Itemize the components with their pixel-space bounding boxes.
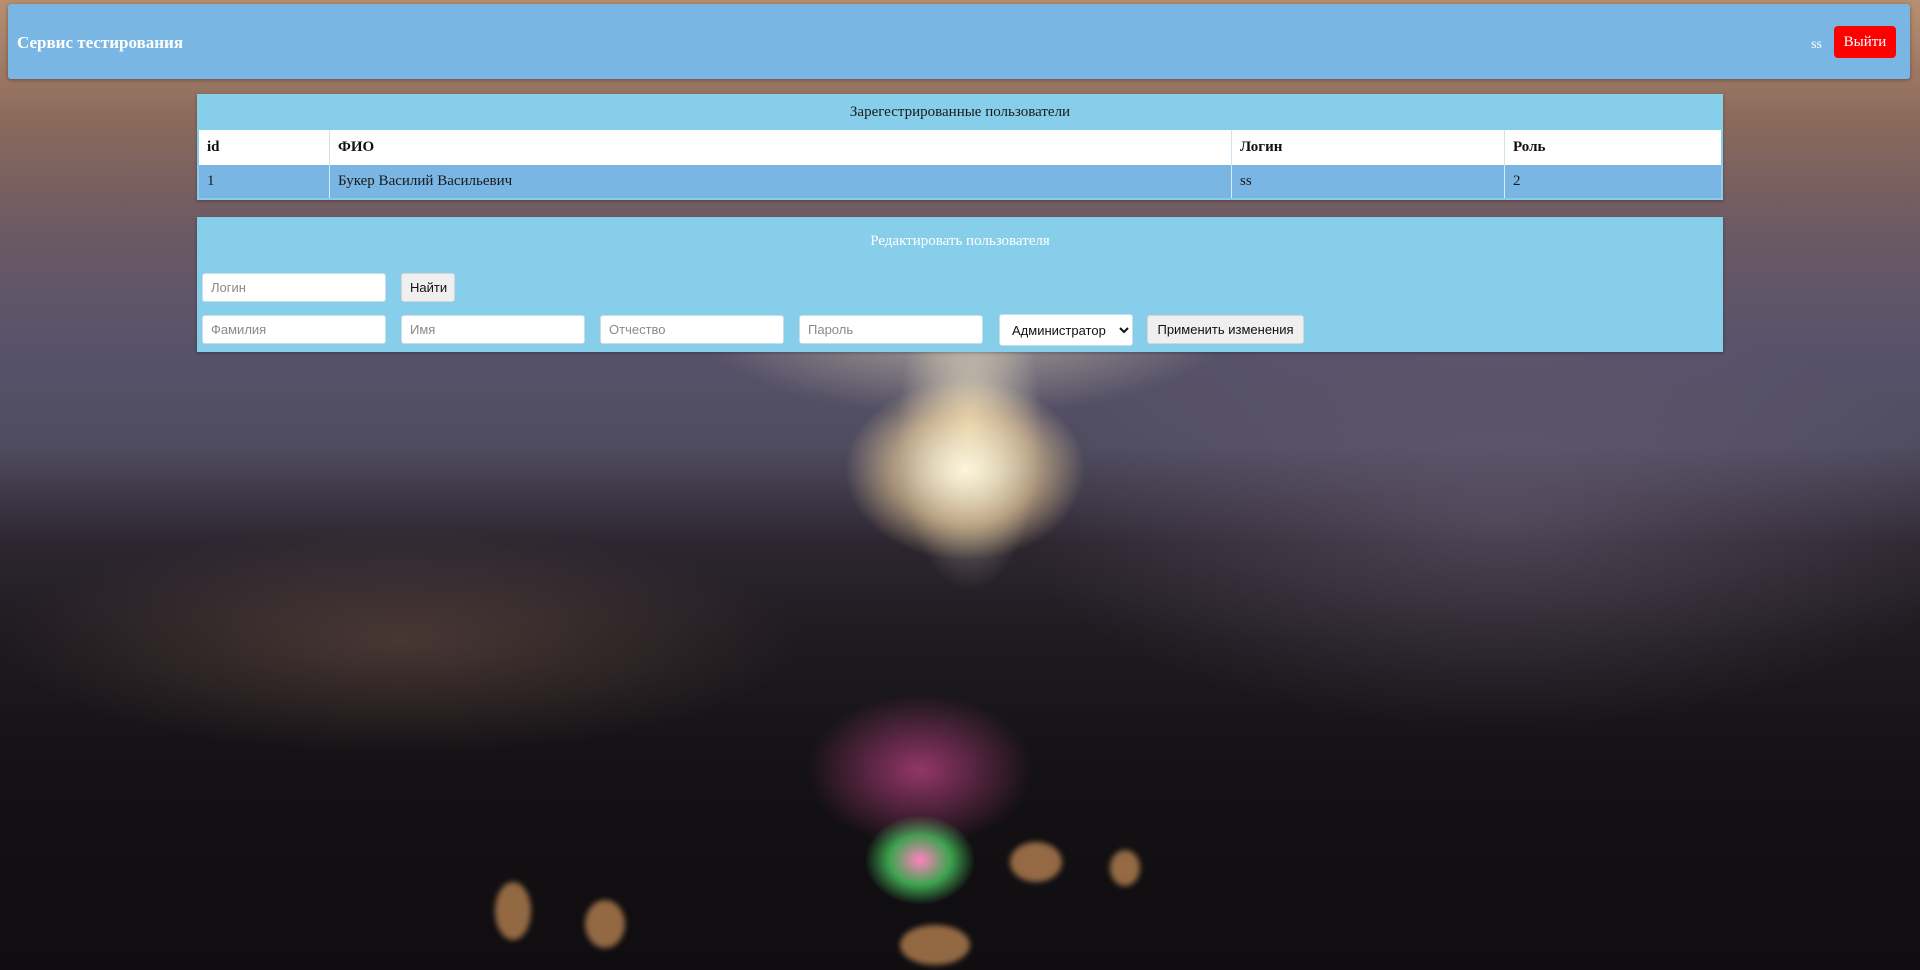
- table-header-row: id ФИО Логин Роль: [199, 130, 1721, 165]
- users-table-caption: Зарегестрированные пользователи: [849, 104, 1071, 120]
- column-header-fio: ФИО: [329, 130, 1232, 165]
- apply-changes-button[interactable]: Применить изменения: [1147, 315, 1304, 344]
- table-row[interactable]: 1 Букер Василий Васильевич ss 2: [199, 165, 1721, 198]
- bokeh-light: [900, 925, 970, 965]
- firstname-input[interactable]: [401, 315, 585, 344]
- login-search-input[interactable]: [202, 273, 386, 302]
- lastname-input[interactable]: [202, 315, 386, 344]
- users-table: id ФИО Логин Роль 1 Букер Василий Василь…: [199, 130, 1721, 198]
- logout-button[interactable]: Выйти: [1834, 26, 1896, 58]
- column-header-login: Логин: [1231, 130, 1505, 165]
- column-header-role: Роль: [1504, 130, 1721, 165]
- bokeh-light: [585, 900, 625, 948]
- cell-login: ss: [1231, 165, 1505, 198]
- column-header-id: id: [199, 130, 330, 165]
- app-title: Сервис тестирования: [17, 33, 184, 52]
- cell-id: 1: [199, 165, 330, 198]
- current-username: ss: [1811, 37, 1822, 52]
- bokeh-light: [1010, 842, 1062, 882]
- edit-user-panel: Редактировать пользователя Найти Админис…: [197, 217, 1723, 352]
- cell-fio: Букер Василий Васильевич: [329, 165, 1232, 198]
- registered-users-panel: Зарегестрированные пользователи id ФИО Л…: [197, 94, 1723, 200]
- role-select[interactable]: Администратор: [999, 314, 1133, 346]
- top-navbar: Сервис тестирования ss Выйти: [8, 4, 1910, 79]
- find-button[interactable]: Найти: [401, 273, 455, 302]
- bokeh-light: [1110, 850, 1140, 886]
- middlename-input[interactable]: [600, 315, 784, 344]
- password-input[interactable]: [799, 315, 983, 344]
- edit-user-caption: Редактировать пользователя: [870, 233, 1050, 249]
- cell-role: 2: [1504, 165, 1721, 198]
- bokeh-light: [495, 882, 531, 940]
